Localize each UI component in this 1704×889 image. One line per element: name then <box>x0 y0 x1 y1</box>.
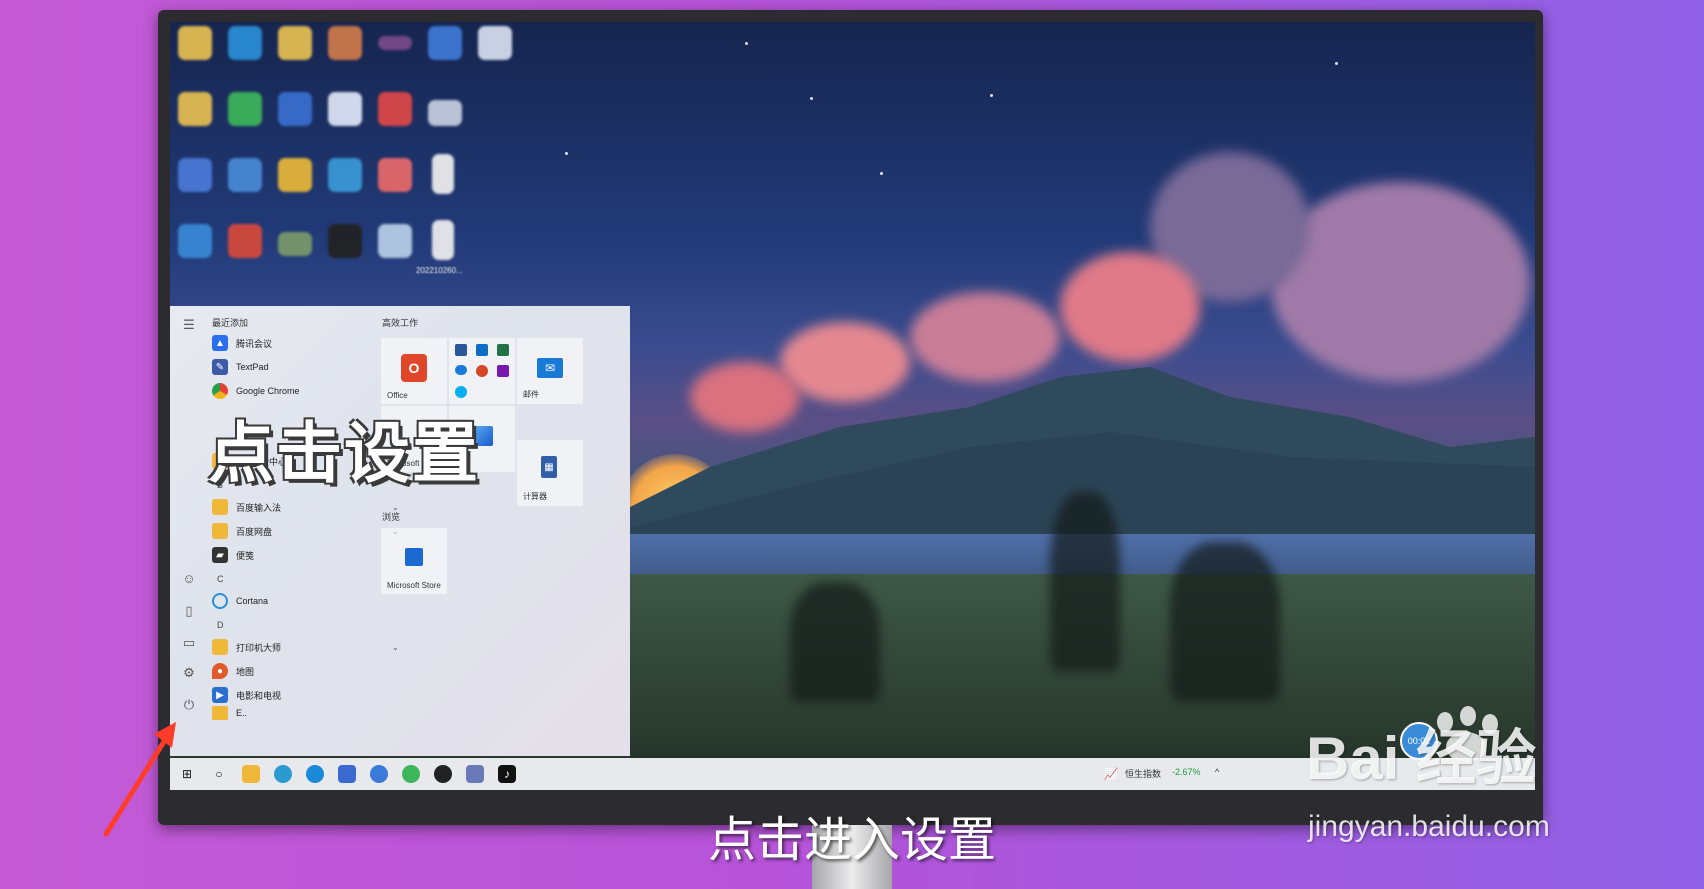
app-icon[interactable] <box>178 158 212 192</box>
map-pin-icon: ● <box>212 663 228 679</box>
app-icon[interactable] <box>428 100 462 126</box>
letter-header-c[interactable]: C <box>217 574 224 584</box>
letter-header-d[interactable]: D <box>217 620 224 630</box>
search-icon[interactable]: ○ <box>210 765 228 783</box>
word-icon <box>455 344 467 356</box>
app-icon[interactable] <box>328 158 362 192</box>
folder-icon <box>212 523 228 539</box>
tiles-group-browse[interactable]: 浏览 <box>382 510 400 523</box>
chrome-icon <box>212 383 228 399</box>
play-icon: ▶ <box>212 687 228 703</box>
folder-icon <box>212 499 228 515</box>
cortana-icon <box>212 593 228 609</box>
app-icon[interactable] <box>378 92 412 126</box>
edge-icon[interactable] <box>228 26 262 60</box>
app-icon[interactable] <box>378 158 412 192</box>
recent-header: 最近添加 <box>212 318 249 328</box>
app-icon[interactable] <box>328 26 362 60</box>
app-icon[interactable] <box>278 232 312 256</box>
tile-office-apps[interactable] <box>449 338 515 404</box>
chevron-down-icon[interactable]: ⌄ <box>392 643 399 652</box>
tile-microsoft-store[interactable]: Microsoft Store <box>381 528 447 594</box>
tile-mail[interactable]: ✉ 邮件 <box>517 338 583 404</box>
desktop-file-label: 202210260... <box>416 266 463 275</box>
app-printer-master[interactable]: 打印机大师 ⌄ <box>212 636 399 658</box>
file-explorer-icon[interactable] <box>242 765 260 783</box>
baidu-watermark-logo: Bai 经验 <box>1306 725 1537 792</box>
store-icon <box>405 548 423 566</box>
app-sticky-notes[interactable]: ▰ 便笺 <box>212 544 382 566</box>
document-icon[interactable] <box>432 220 454 260</box>
wechat-icon[interactable] <box>402 765 420 783</box>
excel-icon <box>497 344 509 356</box>
stock-chart-icon[interactable]: 📈 <box>1102 765 1120 783</box>
app-google-chrome[interactable]: Google Chrome <box>212 380 382 402</box>
pictures-icon[interactable]: ▭ <box>180 634 198 652</box>
powerpoint-icon <box>476 365 488 377</box>
gear-icon[interactable] <box>228 158 262 192</box>
folder-icon <box>212 639 228 655</box>
app-icon[interactable] <box>274 765 292 783</box>
app-icon[interactable] <box>428 26 462 60</box>
app-icon[interactable] <box>466 765 484 783</box>
app-icon[interactable] <box>228 224 262 258</box>
app-baidu-ime[interactable]: 百度输入法 ⌄ <box>212 496 399 518</box>
tiktok-icon[interactable]: ♪ <box>498 765 516 783</box>
folder-icon <box>212 706 228 720</box>
windows-start-icon[interactable]: ⊞ <box>178 765 196 783</box>
office-icon: O <box>401 354 427 382</box>
power-icon[interactable]: ⏻ <box>180 696 198 714</box>
app-icon[interactable] <box>178 224 212 258</box>
document-icon[interactable] <box>478 26 512 60</box>
stock-name[interactable]: 恒生指数 <box>1125 767 1161 780</box>
sticky-notes-icon: ▰ <box>212 547 228 563</box>
folder-icon[interactable] <box>178 26 212 60</box>
app-icon[interactable] <box>338 765 356 783</box>
gear-icon[interactable]: ⚙ <box>180 664 198 682</box>
app-partial-e[interactable]: E.. ⌄ <box>212 706 382 720</box>
app-icon[interactable] <box>278 158 312 192</box>
document-icon[interactable]: ▯ <box>180 602 198 620</box>
app-tencent-meeting[interactable]: ▲ 腾讯会议 <box>212 332 382 354</box>
tile-office[interactable]: O Office <box>381 338 447 404</box>
overlay-instruction-title: 点击设置 <box>208 416 480 490</box>
document-icon[interactable] <box>432 154 454 194</box>
app-icon[interactable] <box>370 765 388 783</box>
app-textpad[interactable]: ✎ TextPad <box>212 356 382 378</box>
onenote-icon <box>497 365 509 377</box>
tencent-meeting-icon: ▲ <box>212 335 228 351</box>
calculator-icon: ▦ <box>541 456 557 478</box>
tray-expand-icon[interactable]: ^ <box>1215 767 1219 777</box>
start-rail: ☰ ☺ ▯ ▭ ⚙ ⏻ <box>170 306 208 756</box>
app-baidu-netdisk[interactable]: 百度网盘 ⌄ <box>212 520 399 542</box>
tiles-group-productivity[interactable]: 高效工作 <box>382 316 418 329</box>
app-icon[interactable] <box>278 92 312 126</box>
mail-icon: ✉ <box>537 358 563 378</box>
app-icon[interactable] <box>328 224 362 258</box>
video-caption: 点击进入设置 <box>707 814 996 867</box>
edge-icon[interactable] <box>306 765 324 783</box>
folder-icon[interactable] <box>178 92 212 126</box>
tile-calculator[interactable]: ▦ 计算器 <box>517 440 583 506</box>
app-icon[interactable] <box>378 224 412 258</box>
outlook-icon <box>476 344 488 356</box>
start-menu: ☰ ☺ ▯ ▭ ⚙ ⏻ 最近添加 ▲ 腾讯会议 ✎ TextPad Google… <box>170 306 630 756</box>
app-cortana[interactable]: Cortana <box>212 590 382 612</box>
app-icon[interactable] <box>328 92 362 126</box>
skype-icon <box>455 386 467 398</box>
wechat-icon[interactable] <box>228 92 262 126</box>
textpad-icon: ✎ <box>212 359 228 375</box>
app-icon[interactable] <box>378 36 412 50</box>
app-movies-tv[interactable]: ▶ 电影和电视 <box>212 684 382 706</box>
user-icon[interactable]: ☺ <box>180 570 198 588</box>
hamburger-menu-icon[interactable]: ☰ <box>180 316 198 334</box>
stock-change: -2.67% <box>1172 767 1201 777</box>
onedrive-icon <box>455 365 467 375</box>
folder-icon[interactable] <box>278 26 312 60</box>
qq-icon[interactable] <box>434 765 452 783</box>
app-maps[interactable]: ● 地图 <box>212 660 382 682</box>
